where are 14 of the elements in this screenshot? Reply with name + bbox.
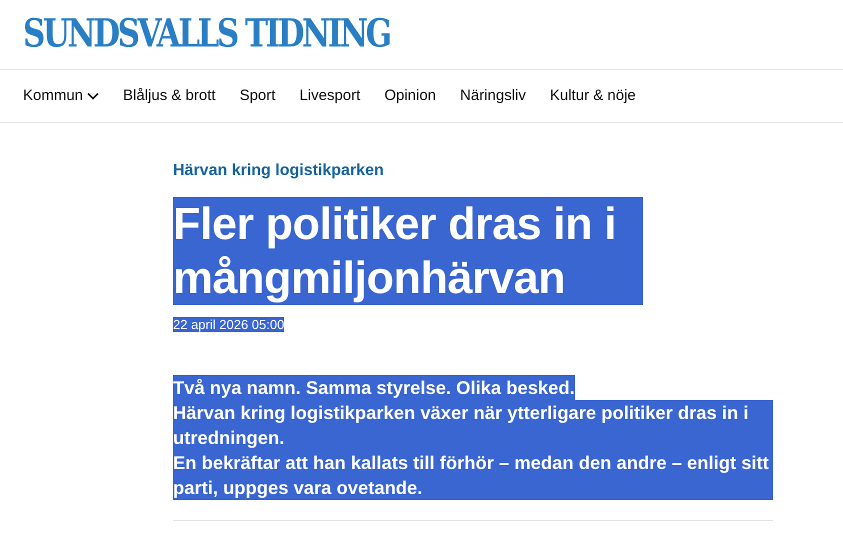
logo[interactable]: SUNDSVALLS TIDNING: [23, 5, 390, 64]
nav-link[interactable]: Kultur & nöje: [550, 84, 636, 108]
headline: Fler politiker dras in i mångmiljonhärvan: [173, 197, 643, 305]
lead-paragraph: Två nya namn. Samma styrelse. Olika besked.: [173, 374, 575, 400]
nav-link[interactable]: Opinion: [384, 84, 436, 108]
nav-link[interactable]: Sport: [240, 84, 276, 108]
lead-paragraph: En bekräftar att han kallats till förhör – medan den andre – enligt sitt parti, uppges vara ovetande.: [173, 450, 773, 500]
nav-link[interactable]: Kommun: [23, 84, 100, 108]
nav-link[interactable]: Näringsliv: [460, 84, 526, 108]
publish-date: 22 april 2026 05:00: [173, 317, 284, 332]
topic-link[interactable]: Härvan kring logistikparken: [173, 159, 384, 183]
lead-paragraph: Härvan kring logistikparken växer när ytterligare politiker dras in i utredningen.: [173, 400, 773, 450]
nav-link[interactable]: Livesport: [299, 84, 360, 108]
nav-link[interactable]: Blåljus & brott: [123, 84, 216, 108]
